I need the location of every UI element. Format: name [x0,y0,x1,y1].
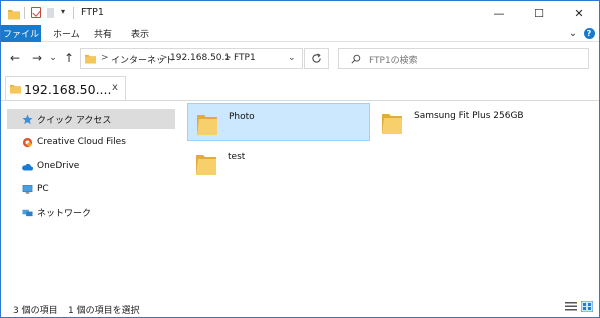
nav-item-label: ネットワーク [37,208,92,219]
folder-icon [197,115,217,135]
tab-current-location[interactable]: 192.168.50.... x [5,76,126,100]
cloud-icon [21,160,33,172]
close-button[interactable]: ✕ [559,1,599,25]
folder-icon[interactable] [8,7,20,21]
toolbar-separator [73,7,74,19]
file-list: Photo Samsung Fit Plus 256GB test [177,101,599,297]
selection-count: 1 個の項目を選択 [68,306,140,316]
title-bar: ▾ FTP1 — ☐ ✕ [1,1,599,25]
recent-locations-button[interactable]: ⌄ [45,50,61,66]
toolbar-separator [24,7,25,19]
search-box[interactable]: FTP1の検索 [338,48,589,69]
tab-home[interactable]: ホーム [53,25,80,42]
folder-name: Samsung Fit Plus 256GB [414,111,524,121]
address-dropdown-icon[interactable]: ⌄ [288,53,296,63]
folder-icon [85,54,96,64]
nav-item-pc[interactable]: PC [7,179,175,199]
folder-icon [382,114,402,134]
customize-toolbar-dropdown[interactable]: ▾ [61,7,65,16]
forward-arrow-icon: → [31,51,43,65]
folder-item-samsung[interactable]: Samsung Fit Plus 256GB [373,103,573,141]
back-arrow-icon: ← [9,51,21,65]
status-bar: 3 個の項目 1 個の項目を選択 [1,297,599,317]
folder-name: test [228,152,246,162]
address-bar[interactable]: > インターネット > 192.168.50.1 > FTP1 ⌄ [80,48,303,69]
up-arrow-icon: ↑ [63,51,75,65]
tab-view[interactable]: 表示 [131,25,149,42]
minimize-icon: — [493,6,505,20]
window-title: FTP1 [81,7,104,18]
details-view-icon[interactable] [565,301,577,312]
folder-icon [10,84,21,94]
search-input[interactable]: FTP1の検索 [369,53,418,66]
refresh-icon [312,53,321,63]
explorer-window: ▾ FTP1 — ☐ ✕ ファイル ホーム 共有 表示 ⌄ ? ← → ⌄ ↑ … [0,0,600,318]
tab-share[interactable]: 共有 [94,25,112,42]
large-icons-view-icon[interactable] [581,301,593,312]
folder-item-test[interactable]: test [187,144,370,182]
refresh-button[interactable] [304,48,329,69]
network-icon [21,206,33,218]
folder-name: Photo [229,112,255,122]
tab-file[interactable]: ファイル [1,25,41,42]
nav-item-label: Creative Cloud Files [37,137,126,147]
maximize-icon: ☐ [534,6,544,20]
nav-item-label: OneDrive [37,161,80,171]
ribbon-tabs: ファイル ホーム 共有 表示 ⌄ ? [1,25,599,42]
star-icon [21,113,33,125]
breadcrumb-ftp1[interactable]: FTP1 [234,53,256,63]
minimize-button[interactable]: — [479,1,519,25]
item-count: 3 個の項目 [13,306,58,316]
breadcrumb-separator[interactable]: > [101,53,109,63]
navigation-pane: クイック アクセス Creative Cloud Files OneDrive … [1,101,177,297]
navigation-bar: ← → ⌄ ↑ > インターネット > 192.168.50.1 > FTP1 … [1,42,599,76]
nav-item-label: PC [37,184,49,194]
nav-item-quick-access[interactable]: クイック アクセス [7,109,175,129]
breadcrumb-host[interactable]: 192.168.50.1 [170,53,230,63]
forward-button[interactable]: → [29,50,45,66]
tab-strip: 192.168.50.... x [1,76,599,100]
maximize-button[interactable]: ☐ [519,1,559,25]
folder-icon [196,155,216,175]
search-icon [351,54,361,64]
help-button[interactable]: ? [583,27,595,39]
breadcrumb-separator[interactable]: > [160,53,168,63]
new-folder-icon[interactable] [47,8,54,18]
tab-title: 192.168.50.... [24,82,112,97]
up-button[interactable]: ↑ [61,50,77,66]
nav-item-network[interactable]: ネットワーク [7,202,175,222]
folder-item-photo[interactable]: Photo [187,103,370,141]
nav-item-creative-cloud[interactable]: Creative Cloud Files [7,132,175,152]
chevron-down-icon: ⌄ [49,53,57,63]
nav-item-onedrive[interactable]: OneDrive [7,156,175,176]
back-button[interactable]: ← [7,50,23,66]
close-tab-icon[interactable]: x [112,82,118,93]
creative-cloud-icon [21,136,33,148]
nav-item-label: クイック アクセス [37,115,112,126]
computer-icon [21,183,33,195]
expand-ribbon-icon[interactable]: ⌄ [567,27,579,39]
properties-icon[interactable] [31,7,41,18]
close-icon: ✕ [574,6,584,20]
breadcrumb-separator[interactable]: > [224,53,232,63]
help-icon: ? [583,27,595,39]
